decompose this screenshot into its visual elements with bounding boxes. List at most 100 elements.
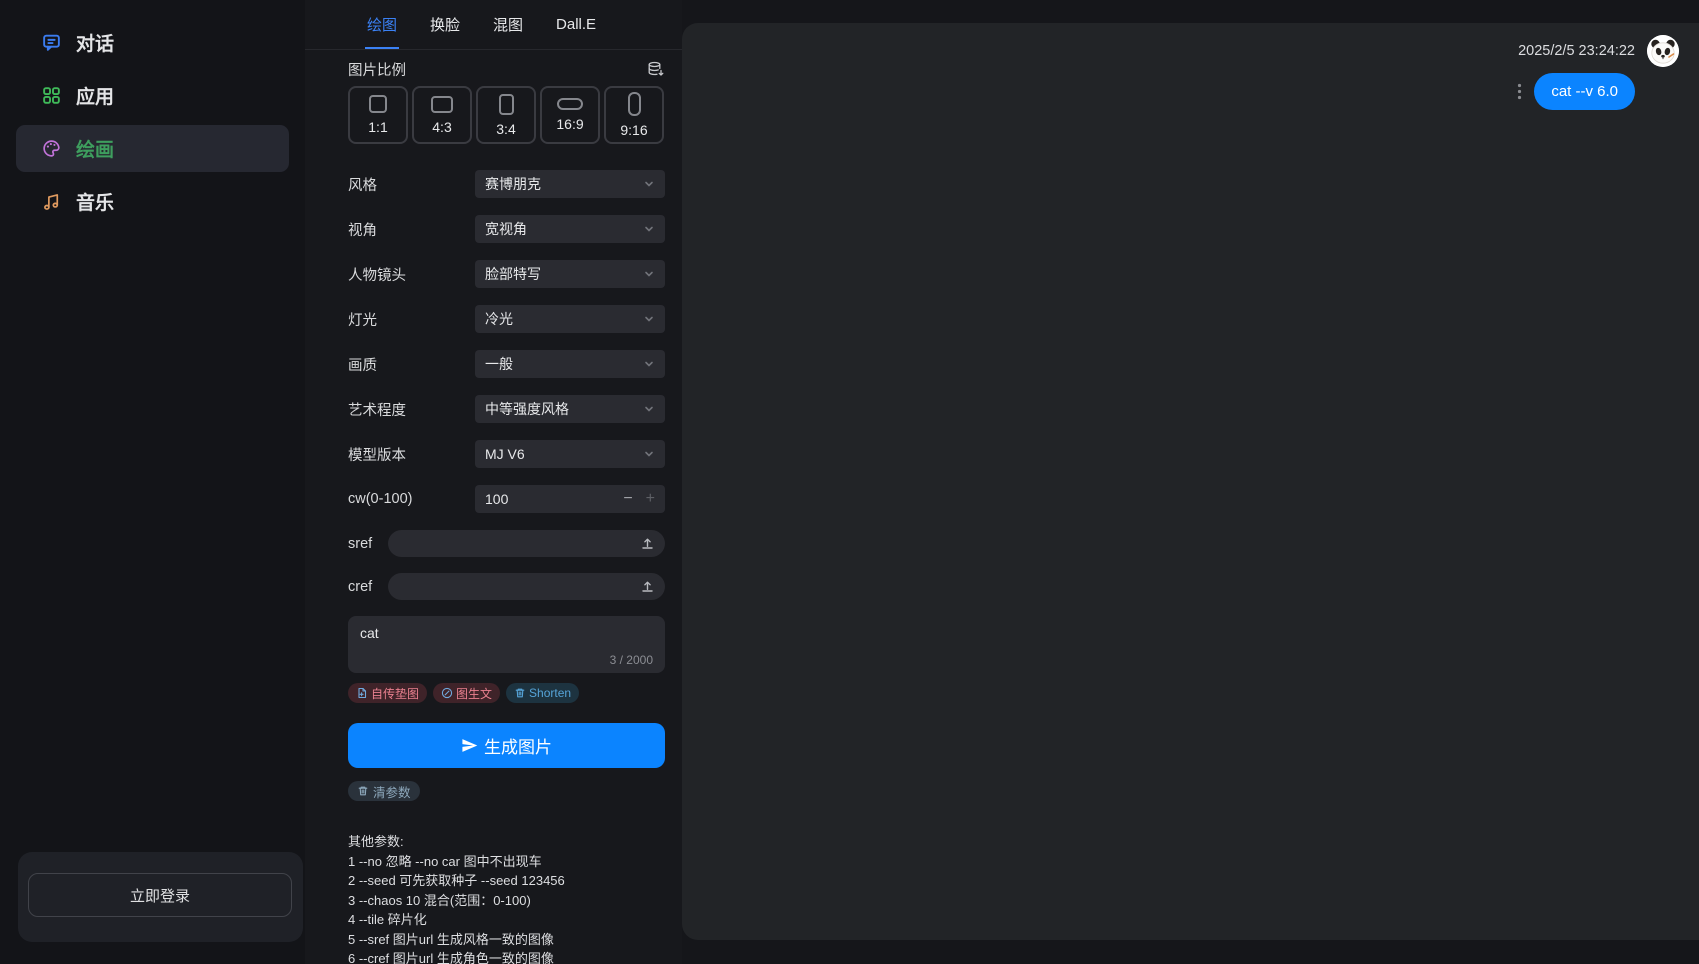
view-angle-label: 视角	[348, 219, 475, 240]
music-icon	[40, 191, 62, 213]
database-import-icon	[646, 60, 665, 78]
sref-field	[388, 530, 665, 557]
ratio-3-4-button[interactable]: 3:4	[476, 86, 536, 144]
chat-icon	[40, 32, 62, 54]
artistry-select[interactable]: 中等强度风格	[475, 395, 665, 423]
image-to-text-tag[interactable]: 图生文	[433, 683, 500, 703]
upload-base-image-tag[interactable]: 自传垫图	[348, 683, 427, 703]
sidebar: 对话 应用	[0, 0, 305, 964]
shorten-tag[interactable]: Shorten	[506, 683, 579, 703]
wide-shape-icon	[557, 98, 583, 110]
prompt-textarea[interactable]: cat 3 / 2000	[348, 616, 665, 673]
tab-bar: 绘图 换脸 混图 Dall.E	[305, 0, 682, 50]
chevron-down-icon	[643, 178, 655, 190]
cref-label: cref	[348, 579, 388, 595]
sidebar-item-draw[interactable]: 绘画	[16, 125, 289, 172]
settings-panel: 绘图 换脸 混图 Dall.E 图片比例	[305, 0, 682, 964]
view-angle-select[interactable]: 宽视角	[475, 215, 665, 243]
paper-plane-icon	[461, 737, 478, 754]
chevron-down-icon	[643, 448, 655, 460]
clear-params-button[interactable]: 清参数	[348, 781, 420, 801]
pencil-circle-icon	[441, 687, 453, 699]
generate-image-button[interactable]: 生成图片	[348, 723, 665, 768]
lighting-select[interactable]: 冷光	[475, 305, 665, 333]
tall-shape-icon	[628, 92, 641, 116]
settings-body: 图片比例 1:1	[305, 50, 682, 964]
ratio-4-3-button[interactable]: 4:3	[412, 86, 472, 144]
upload-icon[interactable]	[640, 579, 655, 594]
sidebar-item-label: 应用	[76, 82, 114, 109]
sidebar-item-apps[interactable]: 应用	[16, 72, 289, 119]
help-line: 5 --sref 图片url 生成风格一致的图像	[348, 930, 665, 950]
tab-draw[interactable]: 绘图	[367, 0, 397, 49]
sref-input[interactable]	[398, 536, 640, 551]
message-timestamp: 2025/2/5 23:24:22	[1518, 43, 1635, 59]
import-presets-button[interactable]	[646, 60, 665, 78]
tag-row: 自传垫图 图生文 Shorten	[348, 683, 665, 703]
prompt-text: cat	[360, 625, 379, 641]
apps-icon	[40, 85, 62, 107]
help-line: 2 --seed 可先获取种子 --seed 123456	[348, 871, 665, 891]
sidebar-item-label: 绘画	[76, 135, 114, 162]
help-line: 1 --no 忽略 --no car 图中不出现车	[348, 852, 665, 872]
ratio-9-16-button[interactable]: 9:16	[604, 86, 664, 144]
style-label: 风格	[348, 174, 475, 195]
chat-area: 2025/2/5 23:24:22	[682, 0, 1699, 964]
ratio-section-title: 图片比例	[348, 59, 406, 80]
message-menu-icon[interactable]	[1517, 83, 1522, 100]
quality-label: 画质	[348, 354, 475, 375]
sidebar-item-label: 音乐	[76, 188, 114, 215]
sidebar-item-music[interactable]: 音乐	[16, 178, 289, 225]
trash-icon	[514, 687, 526, 699]
tab-blend[interactable]: 混图	[493, 0, 523, 49]
document-plus-icon	[356, 687, 368, 699]
login-button[interactable]: 立即登录	[28, 873, 292, 917]
portrait-shape-icon	[499, 94, 514, 115]
ratio-16-9-button[interactable]: 16:9	[540, 86, 600, 144]
cw-input[interactable]	[485, 491, 545, 507]
help-line: 4 --tile 碎片化	[348, 910, 665, 930]
ratio-1-1-button[interactable]: 1:1	[348, 86, 408, 144]
cw-label: cw(0-100)	[348, 491, 475, 507]
style-select[interactable]: 赛博朋克	[475, 170, 665, 198]
cw-stepper: − +	[475, 485, 665, 513]
help-text: 其他参数: 1 --no 忽略 --no car 图中不出现车 2 --seed…	[348, 832, 665, 964]
quality-select[interactable]: 一般	[475, 350, 665, 378]
landscape-shape-icon	[431, 96, 453, 113]
user-message-bubble: cat --v 6.0	[1534, 73, 1635, 110]
chevron-down-icon	[643, 358, 655, 370]
trash-icon	[357, 785, 369, 797]
square-shape-icon	[369, 95, 387, 113]
palette-icon	[40, 138, 62, 160]
cref-input[interactable]	[398, 579, 640, 594]
character-shot-label: 人物镜头	[348, 264, 475, 285]
login-card: 立即登录	[18, 852, 303, 942]
sref-label: sref	[348, 536, 388, 552]
avatar	[1647, 35, 1679, 67]
lighting-label: 灯光	[348, 309, 475, 330]
tab-faceswap[interactable]: 换脸	[430, 0, 460, 49]
sidebar-nav: 对话 应用	[0, 0, 305, 225]
char-counter: 3 / 2000	[610, 653, 653, 667]
app-root: 对话 应用	[0, 0, 1699, 964]
help-line: 3 --chaos 10 混合(范围：0-100)	[348, 891, 665, 911]
minus-button[interactable]: −	[623, 490, 632, 508]
character-shot-select[interactable]: 脸部特写	[475, 260, 665, 288]
plus-button[interactable]: +	[646, 490, 655, 508]
help-title: 其他参数:	[348, 832, 665, 852]
model-version-select[interactable]: MJ V6	[475, 440, 665, 468]
chevron-down-icon	[643, 313, 655, 325]
artistry-label: 艺术程度	[348, 399, 475, 420]
chevron-down-icon	[643, 403, 655, 415]
tab-dalle[interactable]: Dall.E	[556, 0, 596, 49]
model-version-label: 模型版本	[348, 444, 475, 465]
sidebar-item-chat[interactable]: 对话	[16, 19, 289, 66]
chevron-down-icon	[643, 268, 655, 280]
aspect-ratio-group: 1:1 4:3 3:4 16:9 9:16	[348, 86, 665, 144]
cref-field	[388, 573, 665, 600]
chevron-down-icon	[643, 223, 655, 235]
help-line: 6 --cref 图片url 生成角色一致的图像	[348, 949, 665, 964]
chat-panel: 2025/2/5 23:24:22	[682, 23, 1699, 940]
sidebar-item-label: 对话	[76, 29, 114, 56]
upload-icon[interactable]	[640, 536, 655, 551]
